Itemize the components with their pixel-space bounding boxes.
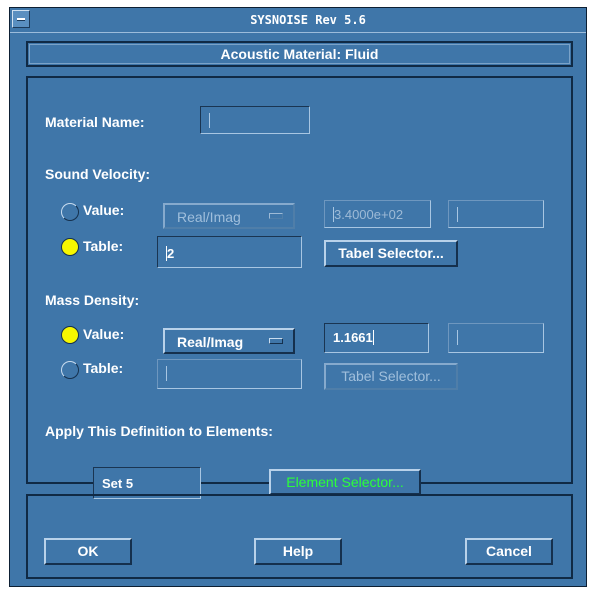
sound-velocity-real-input[interactable]: 3.4000e+02 xyxy=(324,200,431,228)
sound-velocity-label: Sound Velocity: xyxy=(45,166,151,182)
dialog-title: Acoustic Material: Fluid xyxy=(220,46,379,62)
text-cursor xyxy=(166,366,167,381)
help-button[interactable]: Help xyxy=(254,538,342,565)
apply-definition-label: Apply This Definition to Elements: xyxy=(45,423,273,439)
dialog-window: SYSNOISE Rev 5.6 Acoustic Material: Flui… xyxy=(9,7,587,587)
sound-velocity-value-radio[interactable] xyxy=(61,203,79,221)
cancel-button[interactable]: Cancel xyxy=(465,538,553,565)
mass-density-table-radio[interactable] xyxy=(61,361,79,379)
sound-velocity-table-label: Table: xyxy=(83,238,124,254)
option-menu-indicator-icon xyxy=(269,213,283,219)
text-cursor xyxy=(209,113,210,128)
text-cursor xyxy=(372,330,374,345)
dialog-footer: OK Help Cancel xyxy=(26,494,573,579)
sound-velocity-imag-input[interactable] xyxy=(448,200,544,228)
text-cursor xyxy=(457,330,458,345)
mass-density-table-input[interactable] xyxy=(157,359,302,389)
option-menu-indicator-icon xyxy=(269,338,283,344)
material-name-label: Material Name: xyxy=(45,114,145,130)
mass-density-table-label: Table: xyxy=(83,360,124,376)
sound-velocity-table-selector-button[interactable]: Tabel Selector... xyxy=(324,240,458,267)
material-name-input[interactable] xyxy=(200,106,310,134)
mass-density-real-input[interactable]: 1.1661 xyxy=(324,323,429,353)
mass-density-label: Mass Density: xyxy=(45,292,140,308)
title-bar[interactable]: SYSNOISE Rev 5.6 xyxy=(10,8,586,33)
mass-density-value-radio[interactable] xyxy=(61,326,79,344)
sound-velocity-mode-menu[interactable]: Real/Imag xyxy=(163,203,295,229)
element-selector-button[interactable]: Element Selector... xyxy=(269,469,421,495)
sound-velocity-table-radio[interactable] xyxy=(61,238,79,256)
mass-density-table-selector-button[interactable]: Tabel Selector... xyxy=(324,363,458,390)
sound-velocity-value-label: Value: xyxy=(83,202,125,218)
sound-velocity-table-input[interactable]: 2 xyxy=(157,236,302,268)
window-title: SYSNOISE Rev 5.6 xyxy=(250,13,366,27)
window-menu-button[interactable] xyxy=(12,10,30,28)
mass-density-mode-menu[interactable]: Real/Imag xyxy=(163,328,295,354)
dialog-header: Acoustic Material: Fluid xyxy=(26,41,573,67)
mass-density-value-label: Value: xyxy=(83,326,125,342)
mass-density-imag-input[interactable] xyxy=(448,323,544,353)
text-cursor xyxy=(457,207,458,222)
ok-button[interactable]: OK xyxy=(44,538,132,565)
material-form: Material Name: Sound Velocity: Value: Re… xyxy=(26,76,573,499)
window-menu-icon xyxy=(17,18,25,21)
